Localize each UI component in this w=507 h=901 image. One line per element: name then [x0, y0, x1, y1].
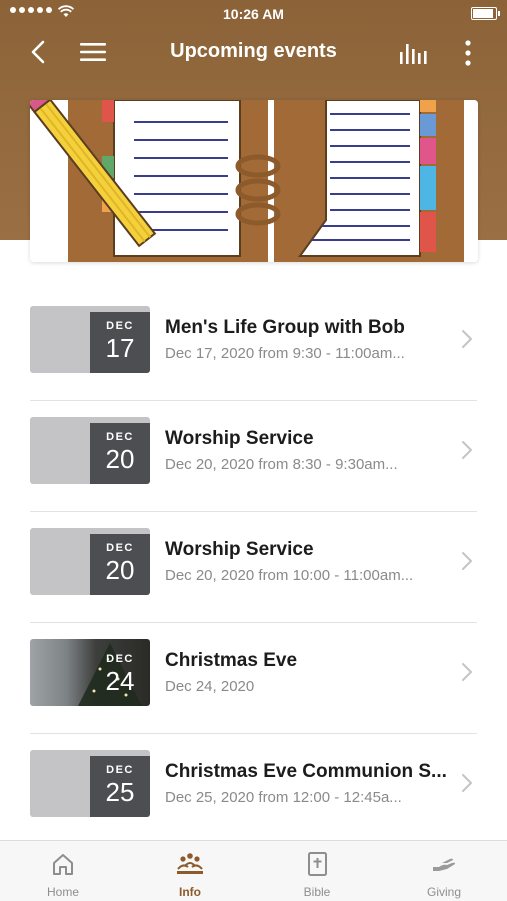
event-row[interactable]: DEC 25 Christmas Eve Communion S... Dec …	[0, 734, 507, 845]
event-title: Christmas Eve Communion S...	[165, 761, 447, 782]
event-thumbnail: DEC 20	[30, 528, 150, 595]
date-badge: DEC 20	[90, 423, 150, 484]
tab-giving[interactable]: Giving	[381, 841, 507, 901]
menu-icon[interactable]	[78, 40, 108, 64]
chevron-right-icon	[462, 330, 472, 348]
chevron-right-icon	[462, 663, 472, 681]
date-day: 20	[105, 555, 135, 585]
date-badge: DEC 17	[90, 312, 150, 373]
navigation-bar: Upcoming events	[0, 28, 507, 78]
date-badge: DEC 20	[90, 534, 150, 595]
tab-bible[interactable]: Bible	[254, 841, 380, 901]
home-icon	[53, 854, 73, 875]
people-icon	[177, 853, 203, 874]
event-date-time: Dec 17, 2020 from 9:30 - 11:00am...	[165, 345, 405, 362]
more-options-icon[interactable]	[456, 38, 480, 68]
bottom-tab-bar: Home Info Bible Giving	[0, 840, 507, 901]
event-thumbnail: DEC 25	[30, 750, 150, 817]
date-month: DEC	[106, 653, 134, 665]
date-day: 17	[105, 333, 135, 363]
event-thumbnail: DEC 20	[30, 417, 150, 484]
giving-hand-icon	[433, 858, 455, 871]
event-date-time: Dec 24, 2020	[165, 678, 255, 695]
event-list: DEC 17 Men's Life Group with Bob Dec 17,…	[0, 290, 507, 845]
event-title: Christmas Eve	[165, 650, 298, 671]
date-month: DEC	[106, 320, 134, 332]
event-row[interactable]: DEC 17 Men's Life Group with Bob Dec 17,…	[0, 290, 507, 401]
event-photo-thumbnail: DEC 24	[30, 639, 150, 706]
page-title: Upcoming events	[170, 40, 337, 62]
date-day: 25	[105, 777, 135, 807]
event-date-time: Dec 25, 2020 from 12:00 - 12:45a...	[165, 789, 402, 806]
tab-bible-label: Bible	[303, 885, 331, 899]
tab-giving-label: Giving	[426, 885, 461, 899]
event-date-time: Dec 20, 2020 from 8:30 - 9:30am...	[165, 456, 398, 473]
event-row[interactable]: DEC 20 Worship Service Dec 20, 2020 from…	[0, 401, 507, 512]
bar-chart-icon[interactable]	[398, 40, 430, 66]
status-bar: 10:26 AM	[0, 0, 507, 28]
back-icon[interactable]	[26, 38, 52, 66]
event-title: Worship Service	[165, 428, 314, 449]
date-month: DEC	[106, 764, 134, 776]
event-row[interactable]: DEC 24 Christmas Eve Dec 24, 2020	[0, 623, 507, 734]
event-row[interactable]: DEC 20 Worship Service Dec 20, 2020 from…	[0, 512, 507, 623]
event-title: Worship Service	[165, 539, 314, 560]
date-day: 24	[105, 666, 135, 696]
event-title: Men's Life Group with Bob	[165, 317, 405, 338]
date-badge: DEC 25	[90, 756, 150, 817]
chevron-right-icon	[462, 552, 472, 570]
tab-info-label: Info	[179, 885, 201, 899]
date-badge: DEC 24	[90, 645, 150, 706]
tab-info[interactable]: Info	[127, 841, 253, 901]
date-day: 20	[105, 444, 135, 474]
battery-icon	[471, 7, 500, 20]
bible-icon	[308, 852, 327, 876]
event-thumbnail: DEC 17	[30, 306, 150, 373]
planner-illustration	[30, 100, 478, 262]
date-month: DEC	[106, 542, 134, 554]
status-time: 10:26 AM	[223, 6, 284, 22]
chevron-right-icon	[462, 441, 472, 459]
date-month: DEC	[106, 431, 134, 443]
events-hero-image	[30, 100, 478, 262]
chevron-right-icon	[462, 774, 472, 792]
event-date-time: Dec 20, 2020 from 10:00 - 11:00am...	[165, 567, 414, 584]
tab-home-label: Home	[46, 885, 79, 899]
tab-home[interactable]: Home	[0, 841, 126, 901]
